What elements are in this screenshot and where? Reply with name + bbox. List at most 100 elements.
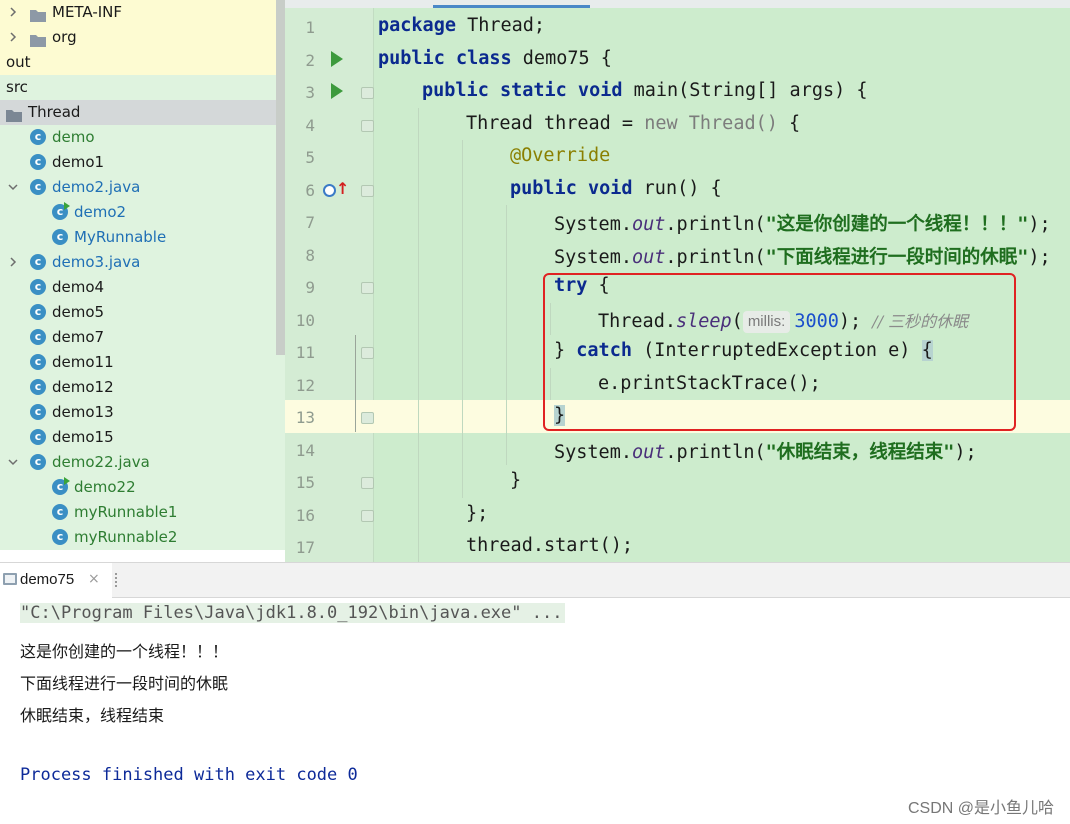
tree-item-demo11[interactable]: c demo11 xyxy=(0,350,285,375)
fold-marker-icon[interactable] xyxy=(361,477,374,489)
run-console[interactable]: "C:\Program Files\Java\jdk1.8.0_192\bin\… xyxy=(0,598,1070,824)
code-token: ); xyxy=(1028,246,1051,268)
code-token: thread.start(); xyxy=(466,535,634,556)
override-gutter-icon[interactable] xyxy=(323,183,336,197)
code-line[interactable]: 6 ↑ public void run() { xyxy=(285,172,1070,205)
indent-guide xyxy=(462,172,463,205)
tree-item-demo3-java[interactable]: c demo3.java xyxy=(0,250,285,275)
line-number: 11 xyxy=(295,343,315,362)
tree-item-myrunnable1[interactable]: c myRunnable1 xyxy=(0,500,285,525)
tree-item-demo12[interactable]: c demo12 xyxy=(0,375,285,400)
run-gutter-icon[interactable] xyxy=(331,83,343,99)
tree-item-demo2-java[interactable]: c demo2.java xyxy=(0,175,285,200)
code-token: @Override xyxy=(510,145,611,166)
chevron-down-icon[interactable] xyxy=(8,457,18,467)
code-line[interactable]: 4 Thread thread = new Thread() { xyxy=(285,107,1070,140)
tree-item-myrunnable[interactable]: c MyRunnable xyxy=(0,225,285,250)
code-token: .println( xyxy=(665,441,766,463)
fold-marker-icon[interactable] xyxy=(361,509,374,522)
line-number: 17 xyxy=(295,538,315,557)
tree-item-demo4[interactable]: c demo4 xyxy=(0,275,285,300)
code-line[interactable]: 1 package Thread; xyxy=(285,10,1070,43)
chevron-right-icon[interactable] xyxy=(8,7,18,17)
tree-item-label: Thread xyxy=(28,103,81,121)
fold-marker-icon[interactable] xyxy=(361,184,374,197)
tree-item-demo1[interactable]: c demo1 xyxy=(0,150,285,175)
tree-item-demo22-java[interactable]: c demo22.java xyxy=(0,450,285,475)
tree-item-demo5[interactable]: c demo5 xyxy=(0,300,285,325)
code-line[interactable]: 14 System.out.println("休眠结束，线程结束"); xyxy=(285,432,1070,465)
tree-item-demo13[interactable]: c demo13 xyxy=(0,400,285,425)
indent-guide xyxy=(418,400,419,433)
tree-item-out[interactable]: out xyxy=(0,50,285,75)
chevron-right-icon[interactable] xyxy=(8,257,18,267)
tree-item-demo2[interactable]: c demo2 xyxy=(0,200,285,225)
code-text: thread.start(); xyxy=(466,535,633,556)
chevron-down-icon[interactable] xyxy=(8,182,18,192)
tree-item-label: src xyxy=(6,78,28,96)
tree-item-myrunnable2[interactable]: c myRunnable2 xyxy=(0,525,285,550)
fold-marker-icon[interactable] xyxy=(361,412,374,424)
code-line[interactable]: 3 public static void main(String[] args) … xyxy=(285,75,1070,108)
tree-item-label: demo22 xyxy=(74,478,136,496)
editor-tab-strip[interactable] xyxy=(285,0,1070,8)
code-text: public class demo75 { xyxy=(378,48,612,69)
class-icon: c xyxy=(30,154,46,170)
tree-item-demo[interactable]: c demo xyxy=(0,125,285,150)
code-line[interactable]: 5 @Override xyxy=(285,140,1070,173)
code-line[interactable]: 15} xyxy=(285,465,1070,498)
class-icon: c xyxy=(52,529,68,545)
tree-item-demo15[interactable]: c demo15 xyxy=(0,425,285,450)
code-line[interactable]: 17 thread.start(); xyxy=(285,530,1070,562)
console-output-line: 下面线程进行一段时间的休眠 xyxy=(20,674,229,693)
project-tree: META-INF org out src Thread c demo c demo1 c demo2… xyxy=(0,0,285,562)
indent-guide xyxy=(418,497,419,530)
tree-item-org[interactable]: org xyxy=(0,25,285,50)
tree-item-demo22[interactable]: c demo22 xyxy=(0,475,285,500)
code-line[interactable]: 16}; xyxy=(285,497,1070,530)
highlight-annotation-box xyxy=(543,273,1016,431)
code-line[interactable]: 8 System.out.println("下面线程进行一段时间的休眠"); xyxy=(285,237,1070,270)
tree-item-label: org xyxy=(52,28,77,46)
tree-item-meta-inf[interactable]: META-INF xyxy=(0,0,285,25)
tree-item-thread[interactable]: Thread xyxy=(0,100,276,125)
tree-item-label: demo4 xyxy=(52,278,105,296)
fold-marker-icon[interactable] xyxy=(361,119,374,132)
tab-run-demo75[interactable]: demo75 × xyxy=(0,563,112,598)
line-number: 16 xyxy=(295,505,315,525)
class-icon: c xyxy=(30,254,46,270)
code-token: .println( xyxy=(665,214,766,235)
code-text: System.out.println("这是你创建的一个线程！！！"); xyxy=(554,210,1051,236)
tree-scrollbar[interactable] xyxy=(276,0,285,355)
code-line[interactable]: 2 public class demo75 { xyxy=(285,43,1070,76)
line-number: 4 xyxy=(305,115,315,135)
indent-guide xyxy=(462,140,463,173)
line-number: 6 xyxy=(305,180,315,200)
code-token: public static void xyxy=(422,80,623,101)
chevron-right-icon[interactable] xyxy=(8,32,18,42)
indent-guide xyxy=(418,367,419,400)
code-token: .println( xyxy=(665,246,766,268)
fold-marker-icon[interactable] xyxy=(361,282,374,294)
more-options-icon[interactable] xyxy=(115,573,117,587)
run-gutter-icon[interactable] xyxy=(331,50,343,67)
fold-marker-icon[interactable] xyxy=(361,347,374,359)
tree-item-label: demo13 xyxy=(52,403,114,421)
tree-item-src[interactable]: src xyxy=(0,75,285,100)
class-icon: c xyxy=(30,179,46,195)
code-token: "下面线程进行一段时间的休眠" xyxy=(765,246,1029,268)
scope-indicator xyxy=(355,335,356,432)
code-editor[interactable]: 1 package Thread; 2 public class demo75 {3 p… xyxy=(285,0,1070,562)
fold-marker-icon[interactable] xyxy=(361,87,374,99)
class-icon: c xyxy=(52,202,70,220)
tree-item-demo7[interactable]: c demo7 xyxy=(0,325,285,350)
line-number: 5 xyxy=(305,148,315,167)
close-icon[interactable]: × xyxy=(88,571,100,587)
class-icon: c xyxy=(30,129,46,145)
code-line[interactable]: 7 System.out.println("这是你创建的一个线程！！！"); xyxy=(285,205,1070,238)
code-token: ); xyxy=(954,441,977,463)
tree-item-label: myRunnable2 xyxy=(74,528,178,546)
class-icon: c xyxy=(30,429,46,445)
code-token: "这是你创建的一个线程！！！" xyxy=(765,214,1029,235)
indent-guide xyxy=(418,302,419,335)
